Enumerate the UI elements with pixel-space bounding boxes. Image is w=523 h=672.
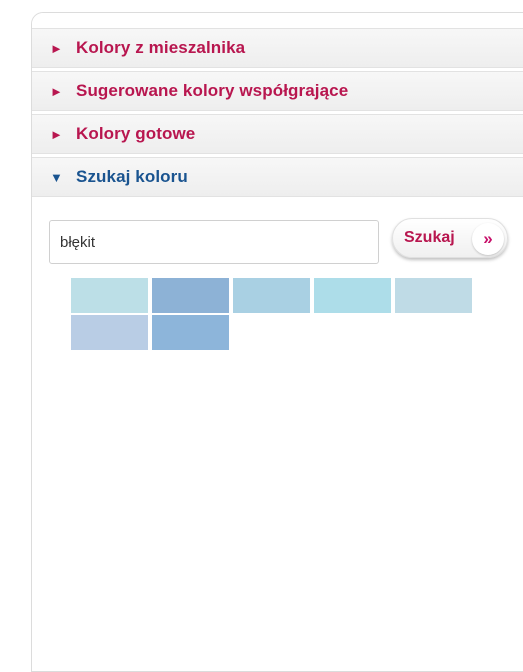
color-swatch[interactable] xyxy=(152,315,229,350)
accordion-ready-colors[interactable]: ► Kolory gotowe xyxy=(32,114,523,154)
collapse-arrow-icon: ▼ xyxy=(50,169,63,185)
expand-arrow-icon: ► xyxy=(50,40,63,56)
swatch-row xyxy=(71,315,481,350)
accordion-mixer-colors[interactable]: ► Kolory z mieszalnika xyxy=(32,28,523,68)
swatch-row xyxy=(71,278,481,313)
accordion-label: Szukaj koloru xyxy=(76,167,188,186)
double-chevron-right-icon: » xyxy=(472,223,504,255)
color-swatch[interactable] xyxy=(152,278,229,313)
color-swatch-grid xyxy=(71,278,481,352)
color-swatch[interactable] xyxy=(395,278,472,313)
search-section: Szukaj » xyxy=(32,200,523,671)
accordion-suggested-colors[interactable]: ► Sugerowane kolory współgrające xyxy=(32,71,523,111)
color-swatch[interactable] xyxy=(71,315,148,350)
expand-arrow-icon: ► xyxy=(50,83,63,99)
color-swatch[interactable] xyxy=(314,278,391,313)
search-button-label: Szukaj xyxy=(404,229,455,246)
color-swatch[interactable] xyxy=(233,278,310,313)
panel-top-space xyxy=(32,13,523,28)
accordion-label: Kolory z mieszalnika xyxy=(76,38,246,57)
search-button[interactable]: Szukaj » xyxy=(392,218,508,258)
accordion-label: Sugerowane kolory współgrające xyxy=(76,81,349,100)
search-input[interactable] xyxy=(49,220,379,264)
color-swatch[interactable] xyxy=(71,278,148,313)
expand-arrow-icon: ► xyxy=(50,126,63,142)
accordion-label: Kolory gotowe xyxy=(76,124,196,143)
color-panel: ► Kolory z mieszalnika ► Sugerowane kolo… xyxy=(31,12,523,672)
accordion-search-color[interactable]: ▼ Szukaj koloru xyxy=(32,157,523,197)
